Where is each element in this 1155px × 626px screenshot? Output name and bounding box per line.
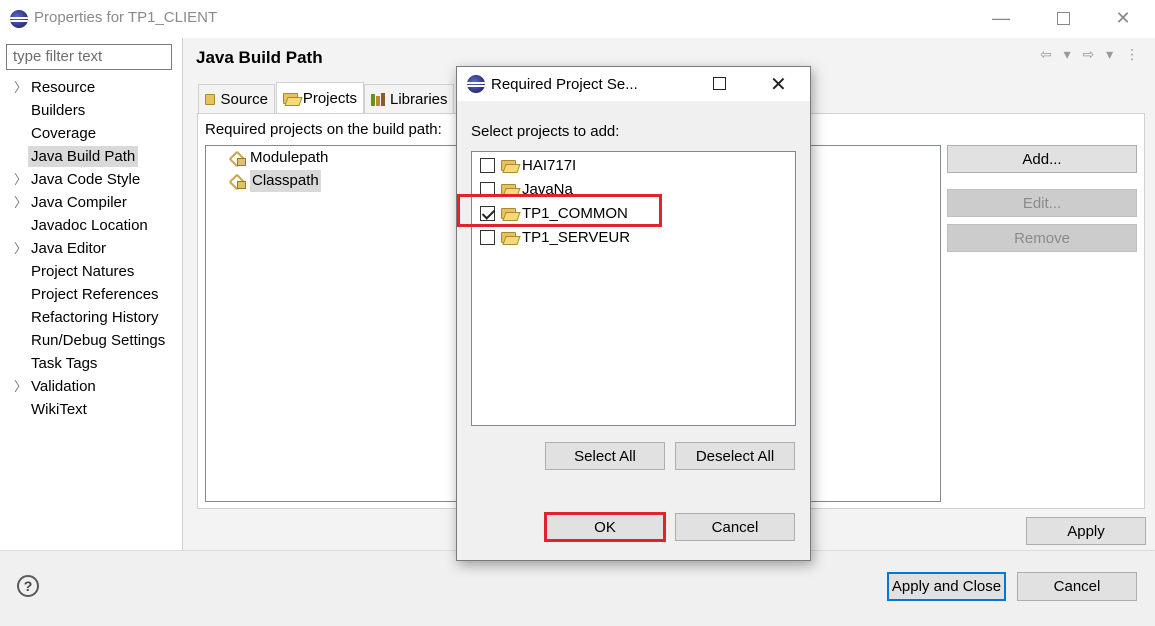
deselect-all-button[interactable]: Deselect All: [675, 442, 795, 470]
highlight-tp1-common: [457, 194, 662, 227]
tab-source[interactable]: Source: [198, 84, 275, 113]
modulepath-icon: [230, 150, 246, 166]
select-projects-label: Select projects to add:: [471, 123, 620, 140]
project-checklist[interactable]: HAI717I JavaNa TP1_COMMON TP1_SERVEUR: [471, 151, 796, 426]
nav-item-javadoc-location[interactable]: Javadoc Location: [0, 214, 182, 237]
dialog-close-button[interactable]: ✕: [770, 72, 787, 97]
project-folder-icon: [501, 183, 516, 195]
nav-item-java-code-style[interactable]: 〉 Java Code Style: [0, 168, 182, 191]
dialog-cancel-button[interactable]: Cancel: [675, 513, 795, 541]
maximize-button[interactable]: [1040, 0, 1086, 36]
classpath-icon: [230, 173, 246, 189]
close-button[interactable]: ✕: [1100, 0, 1146, 36]
apply-and-close-button[interactable]: Apply and Close: [887, 572, 1006, 601]
open-folder-icon: [283, 92, 298, 104]
nav-item-coverage[interactable]: Coverage: [0, 122, 182, 145]
nav-item-java-build-path[interactable]: Java Build Path: [0, 145, 182, 168]
nav-item-java-compiler[interactable]: 〉 Java Compiler: [0, 191, 182, 214]
minimize-button[interactable]: —: [978, 0, 1024, 36]
chevron-right-icon[interactable]: 〉: [14, 168, 27, 191]
chevron-right-icon[interactable]: 〉: [14, 237, 27, 260]
tab-projects[interactable]: Projects: [276, 82, 364, 113]
select-all-button[interactable]: Select All: [545, 442, 665, 470]
dialog-maximize-button[interactable]: [713, 77, 726, 90]
edit-button[interactable]: Edit...: [947, 189, 1137, 217]
library-icon: [371, 92, 385, 106]
nav-item-task-tags[interactable]: Task Tags: [0, 352, 182, 375]
required-projects-label: Required projects on the build path:: [205, 121, 442, 138]
filter-input[interactable]: type filter text: [6, 44, 172, 70]
nav-item-builders[interactable]: Builders: [0, 99, 182, 122]
preference-nav-tree: 〉 Resource Builders Coverage Java Build P…: [0, 76, 182, 421]
highlight-ok-button: [544, 512, 666, 542]
maximize-icon: [1056, 11, 1070, 25]
dialog-title: Required Project Se...: [491, 76, 638, 93]
remove-button[interactable]: Remove: [947, 224, 1137, 252]
cancel-button[interactable]: Cancel: [1017, 572, 1137, 601]
eclipse-logo-icon: [467, 75, 485, 93]
project-checkbox[interactable]: [480, 229, 495, 245]
eclipse-logo-icon: [10, 10, 28, 28]
nav-item-project-references[interactable]: Project References: [0, 283, 182, 306]
history-navigation-icons[interactable]: ⇦ ▾ ⇨ ▾ ⋮: [1040, 46, 1143, 63]
project-folder-icon: [501, 159, 516, 171]
source-folder-icon: [205, 93, 216, 105]
nav-item-java-editor[interactable]: 〉 Java Editor: [0, 237, 182, 260]
add-button[interactable]: Add...: [947, 145, 1137, 173]
chevron-right-icon[interactable]: 〉: [14, 191, 27, 214]
project-row-tp1-serveur[interactable]: TP1_SERVEUR: [480, 226, 630, 248]
help-icon[interactable]: ?: [17, 575, 39, 597]
project-checkbox[interactable]: [480, 157, 495, 173]
apply-button[interactable]: Apply: [1026, 517, 1146, 545]
chevron-right-icon[interactable]: 〉: [14, 76, 27, 99]
nav-item-project-natures[interactable]: Project Natures: [0, 260, 182, 283]
nav-item-wikitext[interactable]: WikiText: [0, 398, 182, 421]
tree-item-modulepath[interactable]: Modulepath: [230, 147, 328, 169]
nav-item-run-debug-settings[interactable]: Run/Debug Settings: [0, 329, 182, 352]
chevron-right-icon[interactable]: 〉: [14, 375, 27, 398]
tab-libraries[interactable]: Libraries: [364, 84, 454, 113]
nav-item-refactoring-history[interactable]: Refactoring History: [0, 306, 182, 329]
tree-item-classpath[interactable]: Classpath: [230, 170, 321, 192]
project-row-hai717i[interactable]: HAI717I: [480, 154, 576, 176]
project-folder-icon: [501, 231, 516, 243]
nav-item-validation[interactable]: 〉 Validation: [0, 375, 182, 398]
nav-item-resource[interactable]: 〉 Resource: [0, 76, 182, 99]
window-title: Properties for TP1_CLIENT: [34, 9, 218, 26]
page-title: Java Build Path: [196, 48, 323, 67]
